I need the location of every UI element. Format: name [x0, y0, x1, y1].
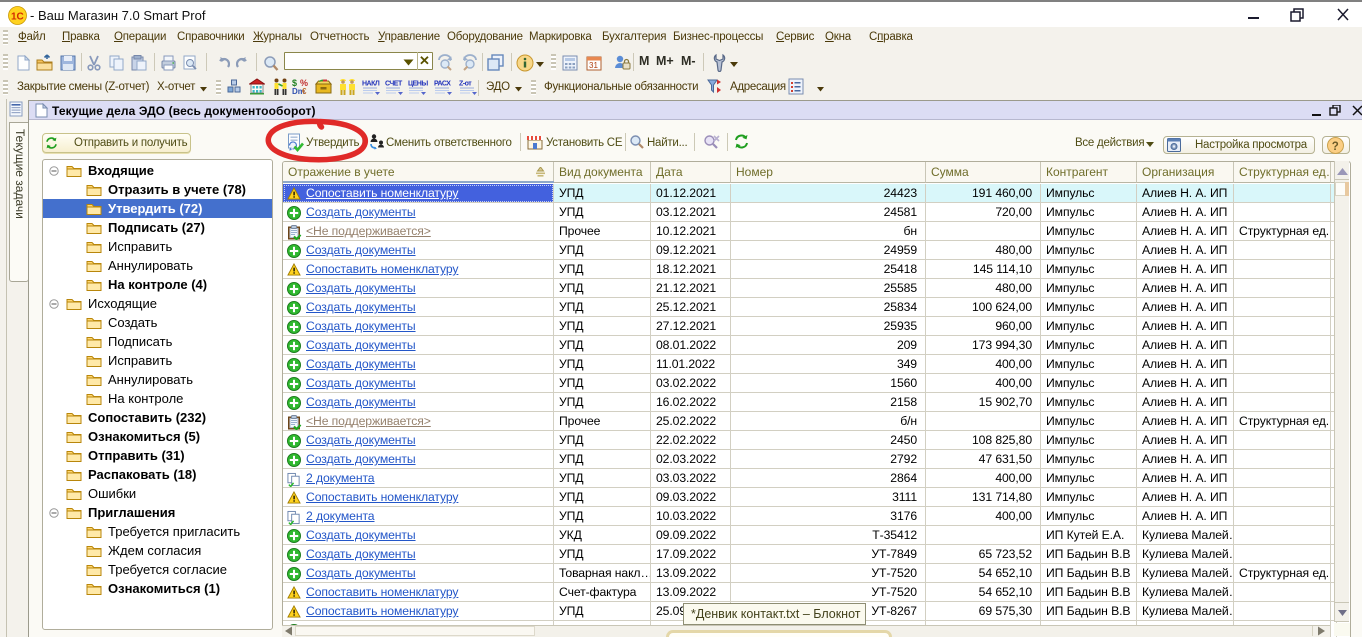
svg-text:1C: 1C: [11, 12, 24, 23]
svg-text:31: 31: [589, 61, 598, 70]
svg-text:?: ?: [1332, 141, 1339, 153]
svg-text:€: €: [302, 87, 307, 95]
svg-text:Z-от: Z-от: [459, 81, 472, 88]
svg-text:РАСХ: РАСХ: [434, 81, 451, 88]
svg-text:НАКЛ: НАКЛ: [362, 81, 380, 88]
svg-text:ЦЕНЫ: ЦЕНЫ: [408, 81, 428, 88]
svg-text:СЧЕТ: СЧЕТ: [385, 81, 403, 88]
